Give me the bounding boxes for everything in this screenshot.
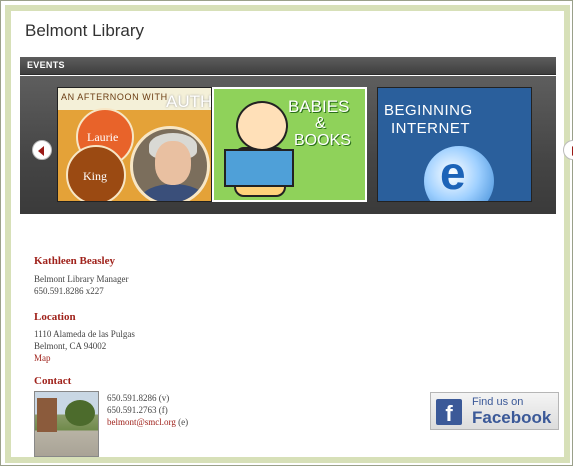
events-label: EVENTS (27, 60, 65, 70)
baby-head-icon (236, 101, 288, 151)
address-line2: Belmont, CA 94002 (34, 341, 107, 351)
event-slide-internet[interactable]: BEGINNING INTERNET e (377, 87, 532, 202)
library-photo (34, 391, 99, 457)
contact-voice: 650.591.8286 (v) (107, 393, 170, 403)
content-panel: Belmont Library EVENTS AN AFTERNOON WITH… (5, 5, 573, 463)
page-frame: Belmont Library EVENTS AN AFTERNOON WITH… (0, 0, 573, 466)
email-link[interactable]: belmont@smcl.org (107, 417, 176, 427)
event-slide-babies-books[interactable]: BABIES & BOOKS (212, 87, 367, 202)
facebook-icon: f (436, 399, 462, 426)
author-last-name: King (83, 169, 107, 183)
slide-heading-bar: AN AFTERNOON WITH AUTHOR (58, 88, 212, 111)
manager-phone: 650.591.8286 x227 (34, 286, 104, 296)
slide-title-line1: BABIES (288, 97, 350, 116)
manager-name: Kathleen Beasley (34, 255, 115, 267)
contact-email-row: belmont@smcl.org (e) (107, 417, 188, 427)
carousel-next-arrow-icon[interactable] (563, 140, 573, 160)
slide-title-line1: BEGINNING (384, 102, 473, 119)
book-icon (224, 149, 294, 187)
browser-logo-icon: e (440, 147, 466, 199)
carousel-prev-arrow-icon[interactable] (32, 140, 52, 160)
contact-heading: Contact (34, 375, 72, 387)
events-header: EVENTS (20, 57, 556, 75)
author-first-name: Laurie (87, 130, 119, 144)
location-heading: Location (34, 311, 76, 323)
event-slide-author[interactable]: AN AFTERNOON WITH AUTHOR Laurie King (57, 87, 212, 202)
slide-title-line2: INTERNET (391, 120, 470, 137)
slide-heading: AN AFTERNOON WITH (61, 92, 168, 102)
slide-title-amp: & (315, 115, 326, 132)
address-line1: 1110 Alameda de las Pulgas (34, 329, 135, 339)
slide-heading-emphasis: AUTHOR (166, 92, 212, 111)
slide-title-line2: BOOKS (294, 132, 351, 149)
author-photo (130, 126, 210, 201)
facebook-line1: Find us on (472, 396, 524, 408)
email-suffix: (e) (175, 417, 189, 427)
manager-role: Belmont Library Manager (34, 274, 129, 284)
events-carousel: AN AFTERNOON WITH AUTHOR Laurie King BAB… (20, 76, 573, 214)
facebook-button[interactable]: f Find us on Facebook (430, 392, 559, 430)
page-title: Belmont Library (25, 21, 145, 40)
map-link[interactable]: Map (34, 353, 51, 363)
contact-fax: 650.591.2763 (f) (107, 405, 168, 415)
facebook-line2: Facebook (472, 408, 552, 427)
